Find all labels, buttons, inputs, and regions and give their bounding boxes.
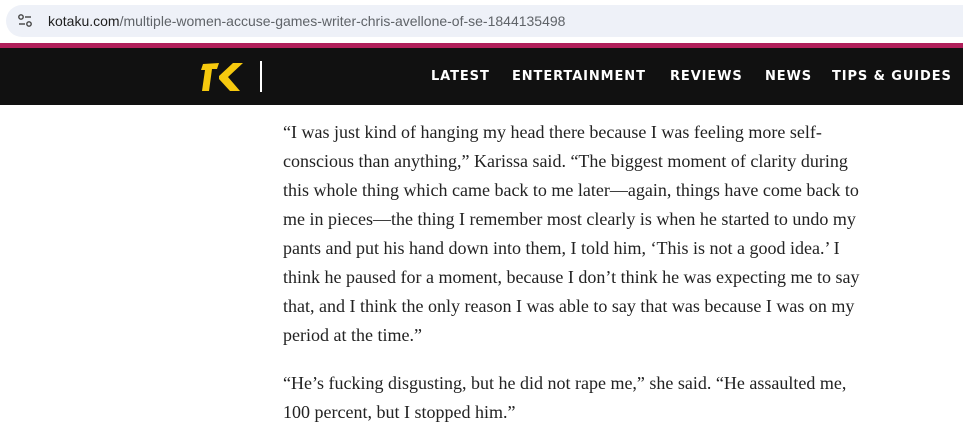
- main-nav: LATEST ENTERTAINMENT REVIEWS NEWS TIPS &…: [431, 67, 957, 87]
- url-domain: kotaku.com: [48, 13, 120, 29]
- browser-address-bar: kotaku.com/multiple-women-accuse-games-w…: [0, 0, 963, 43]
- paragraph-line: “He’s fucking disgusting, but he did not…: [283, 373, 847, 393]
- nav-reviews[interactable]: REVIEWS: [670, 67, 765, 87]
- paragraph-line: this whole thing which came back to me l…: [283, 180, 859, 200]
- nav-latest[interactable]: LATEST: [431, 67, 512, 87]
- nav-news[interactable]: NEWS: [765, 67, 832, 87]
- nav-entertainment[interactable]: ENTERTAINMENT: [512, 67, 670, 87]
- url-text[interactable]: kotaku.com/multiple-women-accuse-games-w…: [48, 12, 565, 30]
- article-paragraph: “He’s fucking disgusting, but he did not…: [283, 369, 923, 427]
- paragraph-line: conscious than anything,” Karissa said. …: [283, 151, 848, 171]
- nav-tips-guides[interactable]: TIPS & GUIDES: [832, 67, 957, 87]
- paragraph-line: think he paused for a moment, because I …: [283, 267, 860, 287]
- paragraph-line: period at the time.”: [283, 325, 422, 345]
- site-header: LATEST ENTERTAINMENT REVIEWS NEWS TIPS &…: [0, 48, 963, 105]
- kotaku-k-logo[interactable]: [200, 60, 252, 94]
- paragraph-line: 100 percent, but I stopped him.”: [283, 402, 516, 422]
- logo-divider: [260, 61, 262, 92]
- paragraph-line: that, and I think the only reason I was …: [283, 296, 855, 316]
- article-body: “I was just kind of hanging my head ther…: [283, 118, 943, 427]
- url-field[interactable]: kotaku.com/multiple-women-accuse-games-w…: [6, 5, 963, 37]
- paragraph-line: “I was just kind of hanging my head ther…: [283, 122, 822, 142]
- paragraph-line: me in pieces—the thing I remember most c…: [283, 209, 856, 229]
- paragraph-line: pants and put his hand down into them, I…: [283, 238, 840, 258]
- url-path: /multiple-women-accuse-games-writer-chri…: [119, 13, 566, 29]
- tune-icon[interactable]: [17, 13, 33, 29]
- article-paragraph: “I was just kind of hanging my head ther…: [283, 118, 923, 350]
